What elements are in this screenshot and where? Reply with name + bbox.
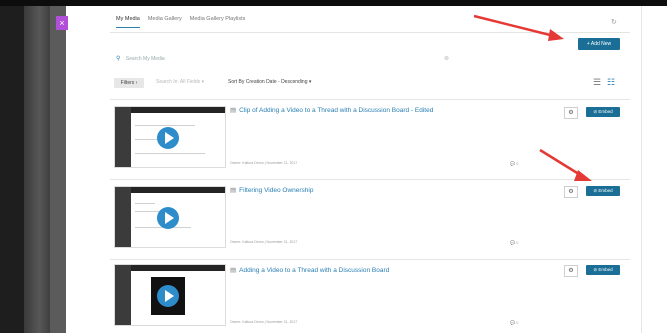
play-icon[interactable] <box>157 207 179 229</box>
play-icon[interactable] <box>157 127 179 149</box>
media-title[interactable]: ▤ Filtering Video Ownership <box>230 186 313 194</box>
media-thumbnail[interactable] <box>114 264 226 326</box>
search-input[interactable]: ⚲ Search My Media <box>116 55 452 65</box>
embed-button[interactable]: ⊘ Embed <box>586 107 620 117</box>
video-icon: ▤ <box>230 267 237 274</box>
left-blurred-region <box>24 6 50 333</box>
search-placeholder: Search My Media <box>125 56 165 62</box>
media-tabs: My Media Media Gallery Media Gallery Pla… <box>116 16 245 28</box>
filters-label: Filters <box>120 80 135 86</box>
annotation-arrow-embed <box>539 148 592 181</box>
right-edge <box>641 6 667 333</box>
video-icon: ▤ <box>230 107 237 114</box>
media-title[interactable]: ▤ Clip of Adding a Video to a Thread with… <box>230 106 433 114</box>
row-divider <box>110 99 630 100</box>
embed-button[interactable]: ⊘ Embed <box>586 186 620 196</box>
search-icon: ⚲ <box>116 56 121 62</box>
left-dark-region <box>0 6 24 333</box>
list-view-icon[interactable]: ☰ <box>593 77 601 88</box>
refresh-icon[interactable]: ↻ <box>611 18 617 26</box>
actions-gear-button[interactable]: ⚙ <box>564 186 578 198</box>
media-owner: Owner: Kaltura Demo | November 21, 2017 <box>230 320 298 324</box>
close-panel-button[interactable]: × <box>56 16 68 30</box>
filters-button[interactable]: Filters › <box>114 78 144 88</box>
tab-my-media[interactable]: My Media <box>116 16 140 28</box>
media-owner: Owner: Kaltura Demo | November 21, 2017 <box>230 161 298 165</box>
media-thumbnail[interactable] <box>114 106 226 168</box>
embed-button[interactable]: ⊘ Embed <box>586 265 620 275</box>
tab-media-gallery[interactable]: Media Gallery <box>148 16 182 28</box>
media-owner: Owner: Kaltura Demo | November 21, 2017 <box>230 240 298 244</box>
annotation-arrow-add-new <box>473 14 564 41</box>
media-title[interactable]: ▤ Adding a Video to a Thread with a Discu… <box>230 266 389 274</box>
detailed-view-icon[interactable]: ☷ <box>607 77 615 88</box>
course-side-panel <box>50 6 66 333</box>
media-thumbnail[interactable] <box>114 186 226 248</box>
search-clear-icon[interactable]: ⊗ <box>444 55 449 62</box>
video-icon: ▤ <box>230 187 237 194</box>
actions-gear-button[interactable]: ⚙ <box>564 107 578 119</box>
add-new-button[interactable]: + Add New <box>578 38 620 50</box>
actions-gear-button[interactable]: ⚙ <box>564 265 578 277</box>
play-icon[interactable] <box>157 285 179 307</box>
row-divider <box>110 259 630 260</box>
comments-count: 💬 0 <box>510 161 519 166</box>
comments-count: 💬 0 <box>510 320 519 325</box>
sort-select[interactable]: Sort By Creation Date - Descending ▾ <box>228 79 311 85</box>
comments-count: 💬 0 <box>510 240 519 245</box>
tab-media-gallery-playlists[interactable]: Media Gallery Playlists <box>190 16 246 28</box>
search-in-select[interactable]: Search In: All Fields ▾ <box>156 79 204 85</box>
